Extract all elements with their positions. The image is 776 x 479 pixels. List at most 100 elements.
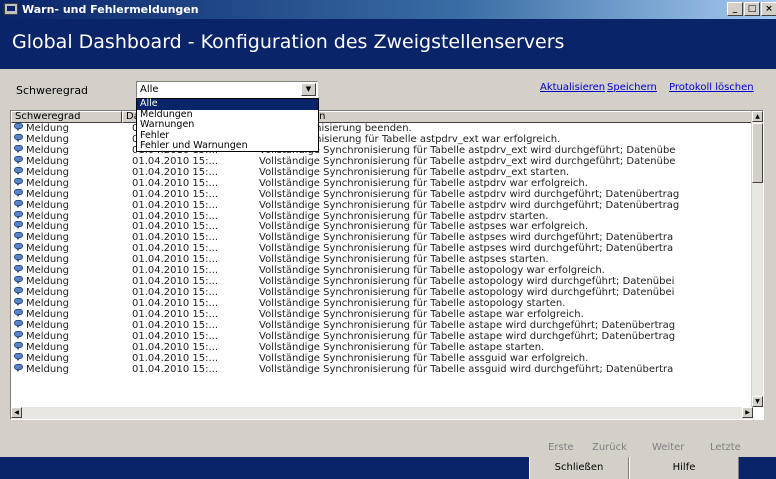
- message-icon: [14, 254, 24, 263]
- message-cell: Vollständige Synchronisierung für Tabell…: [259, 210, 549, 222]
- table-row[interactable]: Meldung0ge Synchronisierung für Tabelle …: [11, 133, 753, 145]
- filter-bar: [0, 69, 776, 105]
- message-cell: Vollständige Synchronisierung für Tabell…: [259, 166, 570, 178]
- severity-text: Meldung: [26, 298, 69, 309]
- table-row[interactable]: Meldung0ge Synchronisierung beenden.: [11, 123, 753, 134]
- table-row[interactable]: Meldung 01.04.2010 15:... Vollständige Syn…: [11, 221, 753, 232]
- date-cell: 01.04.2010 15:...: [132, 276, 219, 288]
- message-icon: [14, 155, 24, 165]
- option-all[interactable]: Alle: [137, 99, 318, 110]
- message-cell: Vollständige Synchronisierung für Tabell…: [259, 155, 676, 167]
- severity-cell: Meldung: [14, 166, 116, 178]
- previous-page-link[interactable]: Zurück: [592, 442, 627, 453]
- severity-cell: Meldung: [14, 298, 116, 309]
- option-warnings[interactable]: Warnungen: [137, 120, 318, 131]
- minimize-button[interactable]: _: [727, 2, 743, 16]
- table-row[interactable]: Meldung01.04.2010 15:...Vollständige Syn…: [11, 144, 753, 156]
- scroll-down-icon[interactable]: ▼: [752, 396, 763, 407]
- message-cell: Vollständige Synchronisierung für Tabell…: [259, 276, 675, 288]
- severity-text: Meldung: [26, 319, 69, 331]
- scroll-up-icon[interactable]: ▲: [752, 111, 763, 122]
- severity-cell: Meldung: [14, 352, 116, 364]
- table-row[interactable]: Meldung01.04.2010 15:...Vollständige Syn…: [11, 363, 753, 375]
- option-errors-and-warnings[interactable]: Fehler und Warnungen: [137, 141, 318, 152]
- table-row[interactable]: Meldung01.04.2010 15:...Vollständige Syn…: [11, 155, 753, 167]
- message-cell: Vollständige Synchronisierung für Tabell…: [259, 221, 589, 233]
- date-cell: 01.04.2010 15:...: [132, 166, 219, 178]
- severity-cell: Meldung: [14, 265, 116, 276]
- table-row[interactable]: Meldung01.04.2010 15:...Vollständige Syn…: [11, 243, 753, 254]
- table-row[interactable]: Meldung01.04.2010 15:...Vollständige Syn…: [11, 308, 753, 320]
- date-cell: 01.04.2010 15:...: [132, 254, 219, 266]
- date-cell: 01.04.2010 15:...: [132, 330, 219, 342]
- table-row[interactable]: Meldung01.04.2010 15:...Vollständige Syn…: [11, 330, 753, 342]
- last-page-link[interactable]: Letzte: [710, 442, 741, 453]
- severity-select-value: Alle: [140, 84, 159, 95]
- table-row[interactable]: Meldung01.04.2010 15:...Vollständige Syn…: [11, 319, 753, 331]
- help-button[interactable]: Hilfe: [629, 457, 739, 479]
- column-header-message[interactable]: en: [252, 111, 753, 123]
- page-header: Global Dashboard - Konfiguration des Zwe…: [0, 19, 776, 69]
- horizontal-scrollbar[interactable]: ◀ ▶: [11, 407, 753, 419]
- severity-cell: Meldung: [14, 210, 116, 222]
- table-row[interactable]: Meldung01.04.2010 15:...Vollständige Syn…: [11, 188, 753, 200]
- table-row[interactable]: Meldung01.04.2010 15:...Vollständige Syn…: [11, 265, 753, 276]
- message-icon: [14, 276, 24, 285]
- save-link[interactable]: Speichern: [607, 82, 657, 93]
- scroll-left-icon[interactable]: ◀: [11, 407, 22, 418]
- message-cell: Vollständige Synchronisierung für Tabell…: [259, 243, 674, 255]
- message-icon: [14, 210, 24, 220]
- message-icon: [14, 232, 24, 241]
- message-cell: Vollständige Synchronisierung für Tabell…: [259, 232, 674, 244]
- table-row[interactable]: Meldung01.04.2010 15:...Vollständige Syn…: [11, 352, 753, 364]
- message-icon: [14, 352, 24, 362]
- maximize-button[interactable]: □: [744, 2, 760, 16]
- table-row[interactable]: Meldung01.04.2010 15:...Vollständige Syn…: [11, 341, 753, 353]
- app-icon: [4, 3, 18, 15]
- date-cell: 01.04.2010 15:...: [132, 232, 219, 244]
- severity-text: Meldung: [26, 221, 69, 233]
- close-window-button[interactable]: ×: [761, 2, 776, 16]
- scroll-thumb[interactable]: [752, 123, 763, 183]
- column-header-severity[interactable]: Schweregrad: [11, 111, 122, 123]
- severity-select[interactable]: Alle ▼: [136, 81, 318, 98]
- table-row[interactable]: Meldung01.04.2010 15:...Vollständige Syn…: [11, 232, 753, 243]
- chevron-down-icon[interactable]: ▼: [301, 83, 316, 96]
- window-title: Warn- und Fehlermeldungen: [22, 3, 199, 16]
- next-page-link[interactable]: Weiter: [652, 442, 684, 453]
- table-row[interactable]: Meldung 01.04.2010 15:... Vollständige Syn…: [11, 210, 753, 222]
- message-cell: Vollständige Synchronisierung für Tabell…: [259, 199, 680, 211]
- first-page-link[interactable]: Erste: [548, 442, 574, 453]
- message-icon: [14, 188, 24, 198]
- date-cell: 01.04.2010 15:...: [132, 210, 219, 222]
- date-cell: 01.04.2010 15:...: [132, 341, 219, 353]
- refresh-link[interactable]: Aktualisieren: [540, 82, 605, 93]
- message-cell: Vollständige Synchronisierung für Tabell…: [259, 188, 680, 200]
- table-row[interactable]: Meldung01.04.2010 15:...Vollständige Syn…: [11, 287, 753, 298]
- message-icon: [14, 177, 24, 187]
- severity-text: Meldung: [26, 123, 69, 134]
- table-row[interactable]: Meldung01.04.2010 15:...Vollständige Syn…: [11, 177, 753, 189]
- table-row[interactable]: Meldung 01.04.2010 15:... Vollständige Syn…: [11, 166, 753, 178]
- message-cell: Vollständige Synchronisierung für Tabell…: [259, 177, 588, 189]
- severity-cell: Meldung: [14, 188, 116, 200]
- severity-cell: Meldung: [14, 308, 116, 320]
- message-icon: [14, 265, 24, 274]
- severity-text: Meldung: [26, 177, 69, 189]
- close-button[interactable]: Schließen: [529, 457, 629, 479]
- table-row[interactable]: Meldung01.04.2010 15:...Vollständige Syn…: [11, 199, 753, 211]
- clear-log-link[interactable]: Protokoll löschen: [669, 82, 754, 93]
- table-row[interactable]: Meldung01.04.2010 15:...Vollständige Syn…: [11, 254, 753, 265]
- severity-cell: Meldung: [14, 363, 116, 375]
- vertical-scrollbar[interactable]: ▲ ▼: [751, 111, 763, 407]
- severity-text: Meldung: [26, 265, 69, 277]
- window-title-bar: Warn- und Fehlermeldungen _ □ ×: [0, 0, 776, 19]
- date-cell: 01.04.2010 15:...: [132, 221, 219, 233]
- table-row[interactable]: Meldung01.04.2010 15:...Vollständige Syn…: [11, 276, 753, 287]
- scroll-right-icon[interactable]: ▶: [742, 407, 753, 418]
- message-icon: [14, 243, 24, 252]
- table-row[interactable]: Meldung01.04.2010 15:...Vollständige Syn…: [11, 298, 753, 309]
- date-cell: 01.04.2010 15:...: [132, 287, 219, 299]
- severity-text: Meldung: [26, 144, 69, 156]
- severity-text: Meldung: [26, 330, 69, 342]
